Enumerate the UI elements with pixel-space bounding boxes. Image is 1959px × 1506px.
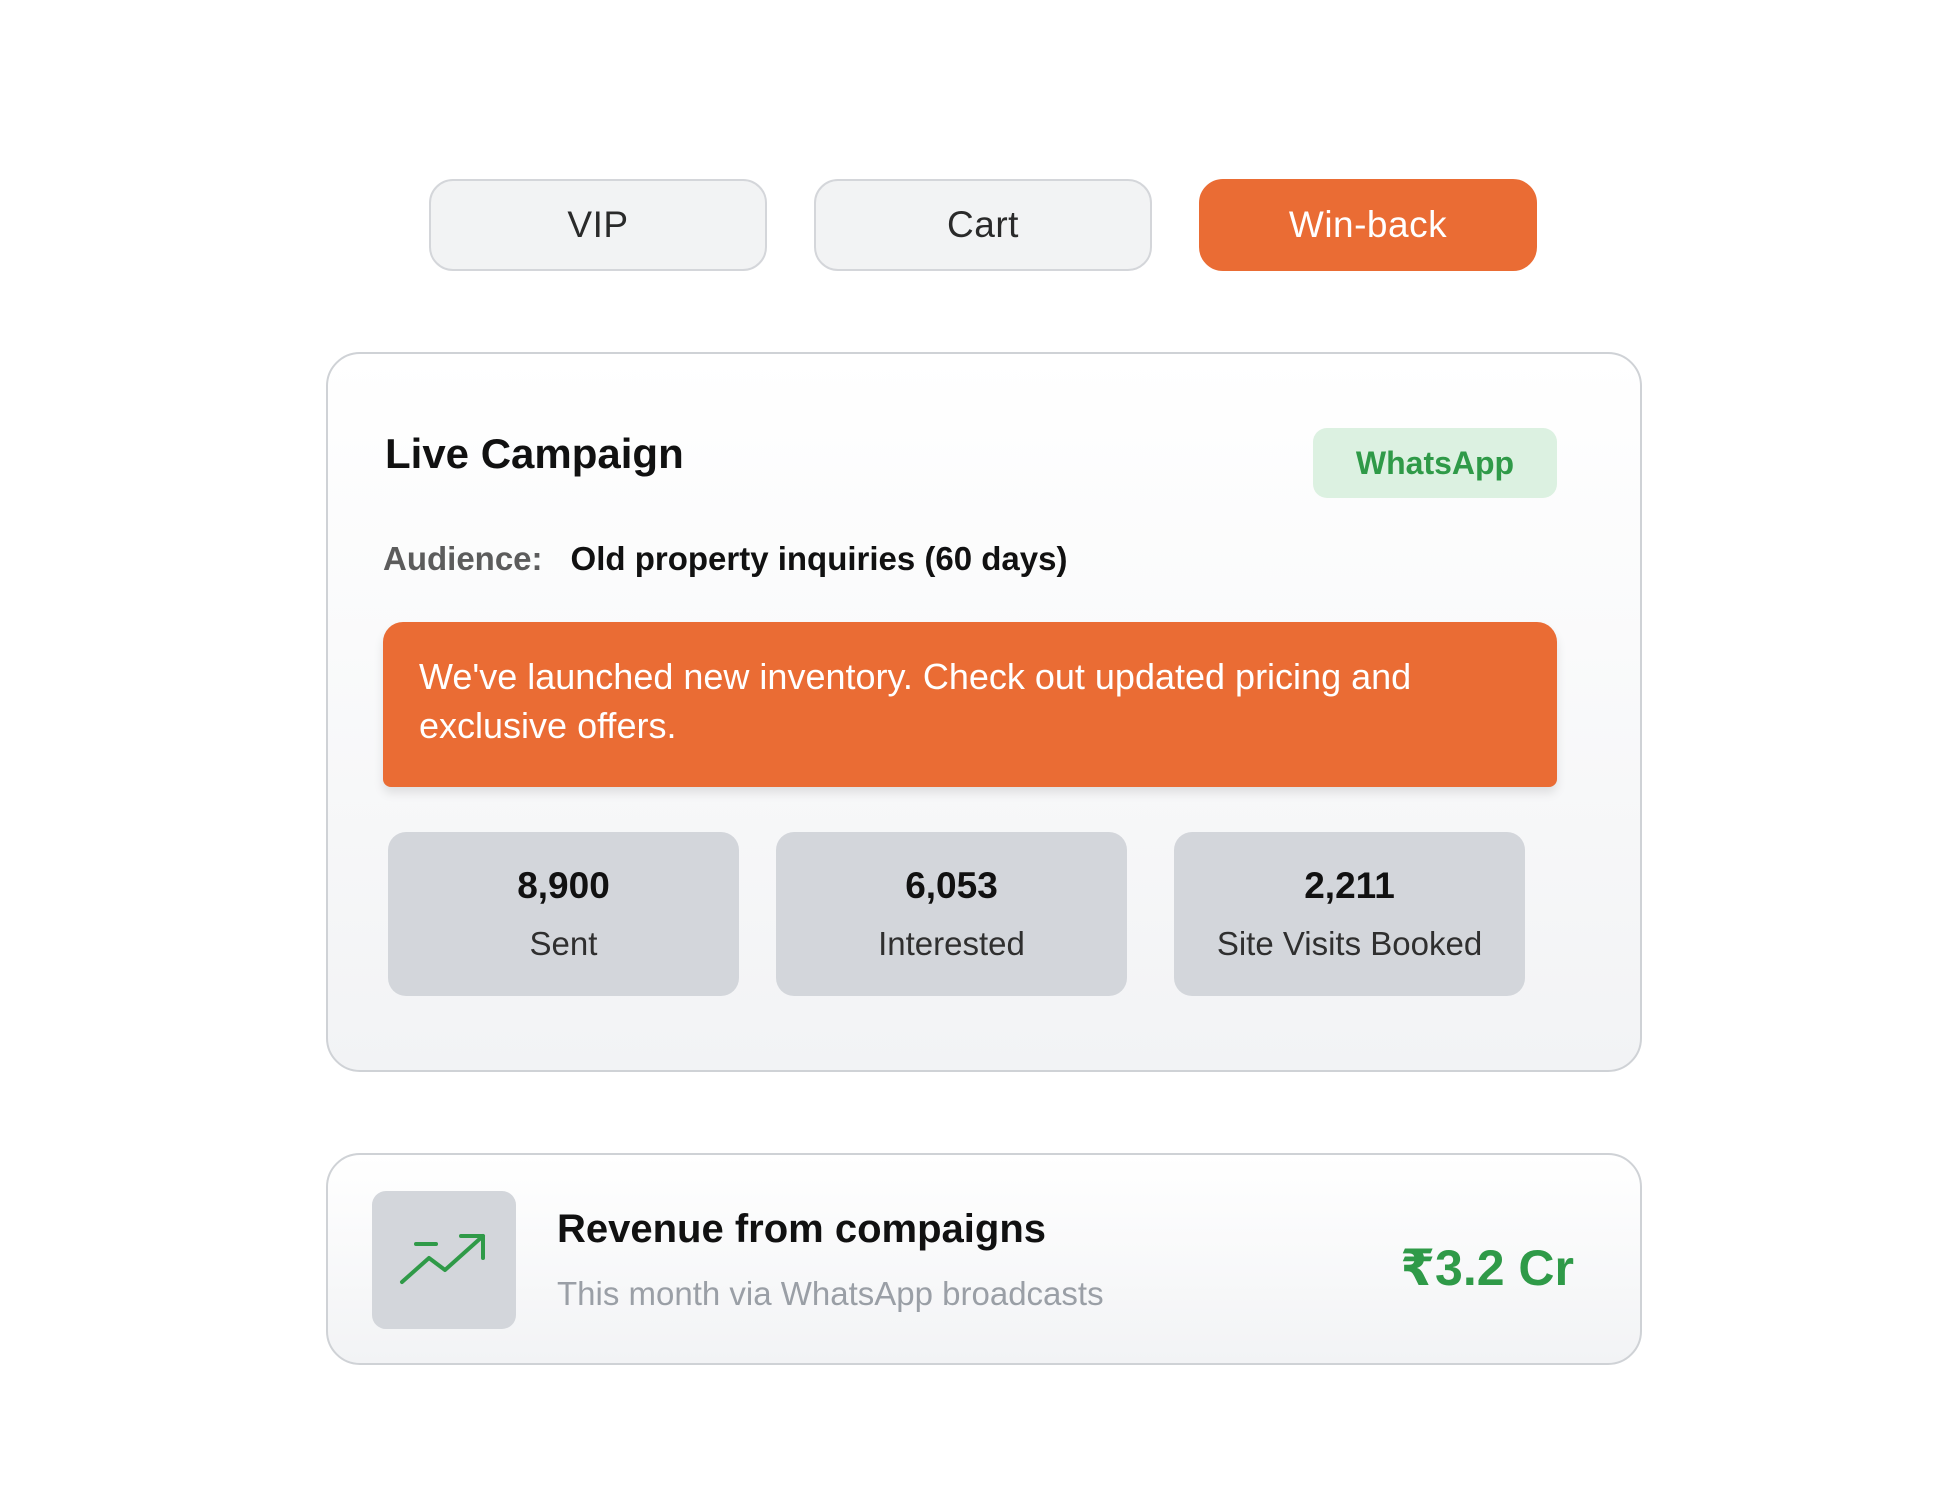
audience-value: Old property inquiries (60 days) <box>570 540 1068 577</box>
stat-value: 8,900 <box>517 865 610 906</box>
tab-cart[interactable]: Cart <box>814 179 1152 271</box>
revenue-title: Revenue from compaigns <box>557 1207 1047 1251</box>
card-title: Live Campaign <box>385 430 684 477</box>
stat-label: Site Visits Booked <box>1216 925 1483 962</box>
stat-label: Sent <box>529 925 598 962</box>
revenue-subtitle: This month via WhatsApp broadcasts <box>557 1275 1104 1312</box>
stat-value: 2,211 <box>1304 865 1395 906</box>
audience-label: Audience: <box>383 540 543 577</box>
stat-site-visits-booked: 2,211 Site Visits Booked <box>1174 832 1525 996</box>
message-preview: We've launched new inventory. Check out … <box>383 622 1557 787</box>
tab-win-back[interactable]: Win-back <box>1199 179 1537 271</box>
trending-up-icon <box>400 1234 485 1284</box>
tab-vip[interactable]: VIP <box>429 179 767 271</box>
live-campaign-card: Live Campaign WhatsApp Audience: Old pro… <box>326 352 1642 1072</box>
trend-tile <box>372 1191 516 1329</box>
channel-badge: WhatsApp <box>1313 428 1557 498</box>
stat-label: Interested <box>878 925 1025 962</box>
audience-row: Audience: Old property inquiries (60 day… <box>383 540 1067 578</box>
revenue-value: ₹3.2 Cr <box>1400 1240 1574 1296</box>
stat-sent: 8,900 Sent <box>388 832 739 996</box>
revenue-card: Revenue from compaigns This month via Wh… <box>326 1153 1642 1365</box>
campaign-overview: VIP Cart Win-back Live Campaign WhatsApp… <box>0 0 1959 1506</box>
stat-interested: 6,053 Interested <box>776 832 1127 996</box>
stat-value: 6,053 <box>905 865 998 906</box>
